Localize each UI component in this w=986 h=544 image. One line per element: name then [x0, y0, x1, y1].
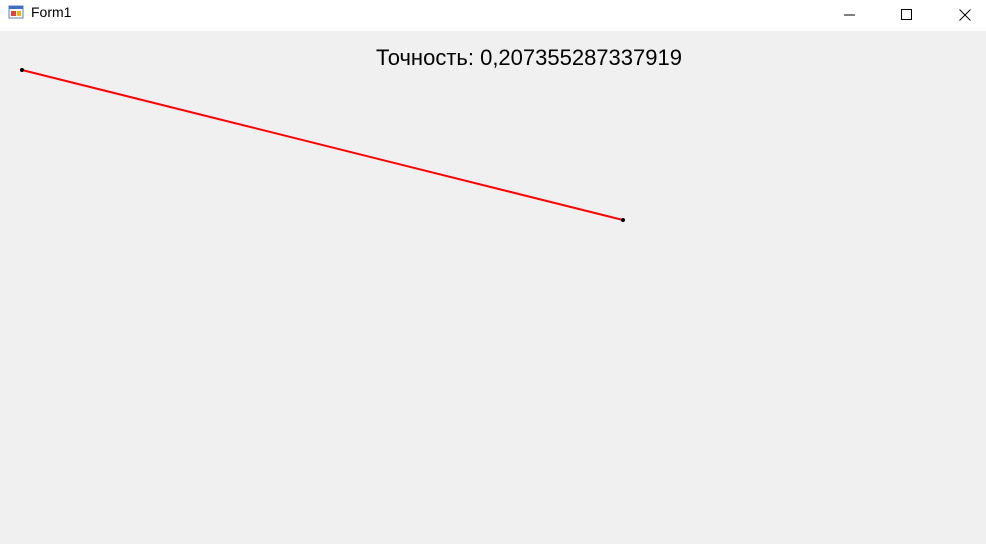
- minimize-button[interactable]: [827, 0, 873, 30]
- title-bar[interactable]: Form1: [0, 0, 986, 31]
- minimize-icon: [844, 14, 855, 16]
- window-title: Form1: [31, 4, 72, 20]
- maximize-icon: [901, 9, 912, 20]
- app-icon: [8, 5, 24, 19]
- accuracy-label: Точность: 0,207355287337919: [376, 45, 682, 70]
- client-area: [0, 31, 986, 544]
- close-icon: [959, 9, 971, 21]
- form1-window: Form1 Точность: 0,207355287337919: [0, 0, 986, 544]
- maximize-button[interactable]: [884, 0, 930, 30]
- close-button[interactable]: [942, 0, 986, 30]
